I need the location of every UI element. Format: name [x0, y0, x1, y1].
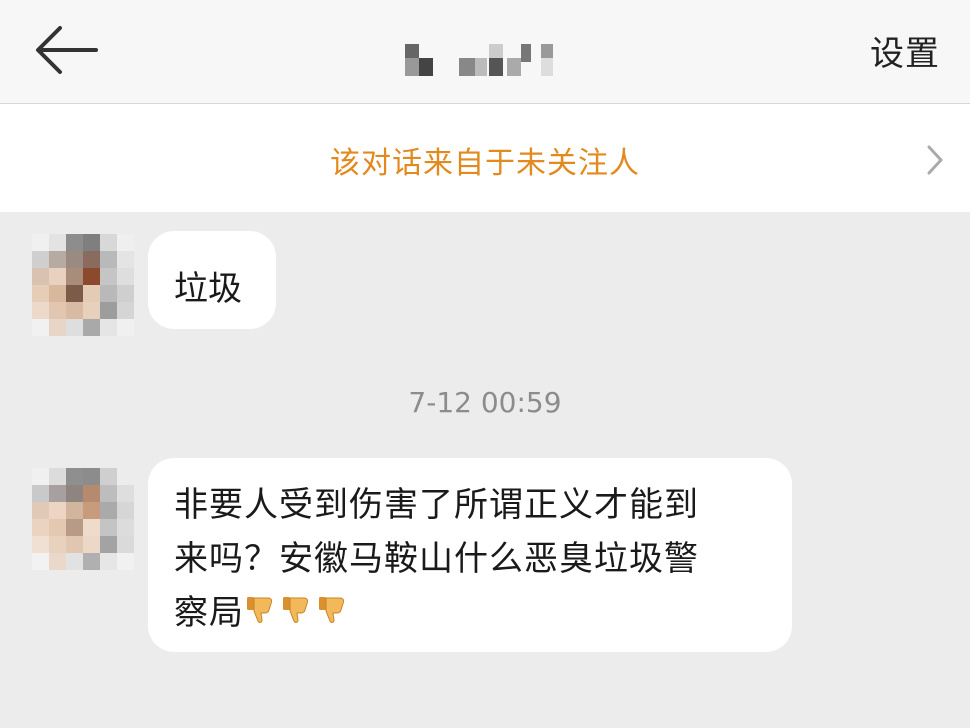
message-line: 察局 [174, 593, 244, 633]
message-timestamp: 7-12 00:59 [408, 386, 562, 419]
stranger-notice-text: 该对话来自于未关注人 [330, 146, 640, 181]
thumbs-down-icon [319, 596, 345, 623]
arrow-left-icon[interactable] [30, 18, 102, 82]
thumbs-down-icon [283, 596, 309, 623]
chat-header: 设置 [0, 0, 970, 104]
message-bubble[interactable]: 非要人受到伤害了所谓正义才能到 来吗？安徽马鞍山什么恶臭垃圾警 察局 [148, 458, 792, 652]
message-line-last: 察局 [174, 586, 768, 642]
settings-button[interactable]: 设置 [870, 26, 940, 75]
thumbs-down-icon [247, 596, 273, 623]
message-text: 垃圾 [174, 269, 242, 309]
avatar[interactable] [32, 234, 134, 336]
stranger-notice-bar[interactable]: 该对话来自于未关注人 [0, 104, 970, 212]
chat-title-redacted [405, 44, 565, 80]
message-line: 非要人受到伤害了所谓正义才能到 [174, 485, 699, 525]
avatar[interactable] [32, 468, 134, 570]
chevron-right-icon [927, 145, 943, 175]
message-line: 来吗？安徽马鞍山什么恶臭垃圾警 [174, 539, 699, 579]
emoji-group [244, 588, 352, 642]
message-bubble[interactable]: 垃圾 [148, 231, 276, 329]
